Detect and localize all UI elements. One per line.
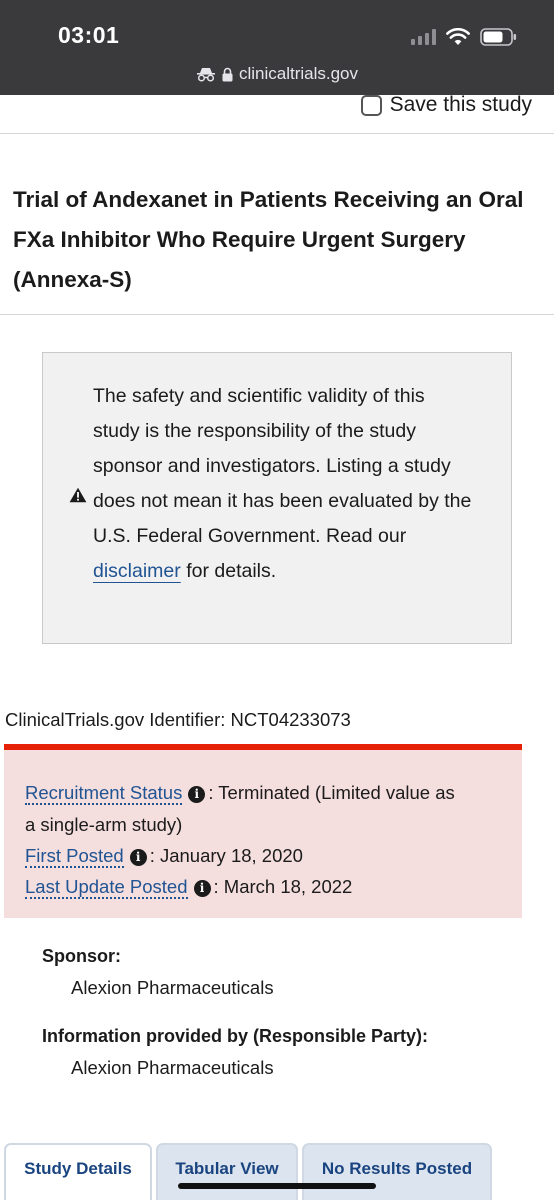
sponsor-value: Alexion Pharmaceuticals — [71, 977, 274, 998]
last-update-value: : March 18, 2022 — [213, 876, 353, 897]
url-text: clinicaltrials.gov — [238, 64, 359, 83]
tab-label: Tabular View — [175, 1159, 279, 1178]
last-update-link[interactable]: Last Update Posted — [25, 876, 188, 899]
divider — [0, 314, 554, 315]
tab-label: Study Details — [24, 1159, 132, 1178]
save-study-checkbox[interactable] — [360, 94, 382, 116]
status-panel: Recruitment Status i: Terminated (Limited… — [4, 744, 522, 918]
url-bar[interactable]: clinicaltrials.gov — [0, 64, 554, 84]
sponsor-label: Sponsor: — [42, 946, 121, 966]
tab-label: No Results Posted — [321, 1159, 473, 1178]
disclaimer-link[interactable]: disclaimer — [93, 560, 181, 582]
save-study-toggle[interactable]: Save this study — [360, 93, 532, 117]
warning-icon — [69, 487, 87, 503]
first-posted-value: : January 18, 2020 — [149, 845, 303, 866]
tab-tabular-view[interactable]: Tabular View — [156, 1143, 298, 1200]
info-icon[interactable]: i — [188, 786, 206, 803]
recruitment-status-row: Recruitment Status i: Terminated (Limited… — [25, 782, 455, 805]
divider — [0, 133, 554, 134]
study-identifier: ClinicalTrials.gov Identifier: NCT042330… — [5, 709, 351, 730]
save-study-label: Save this study — [389, 93, 532, 116]
home-indicator[interactable] — [178, 1183, 376, 1189]
disclaimer-text: The safety and scientific validity of th… — [93, 379, 473, 589]
recruitment-status-value: : Terminated (Limited value as — [208, 782, 455, 803]
first-posted-link[interactable]: First Posted — [25, 845, 124, 868]
recruitment-status-link[interactable]: Recruitment Status — [25, 782, 183, 805]
info-icon[interactable]: i — [193, 880, 211, 897]
status-icons — [411, 26, 518, 48]
lock-icon — [222, 67, 233, 81]
private-browsing-icon — [196, 68, 215, 82]
signal-icon — [411, 29, 436, 45]
last-update-row: Last Update Posted i: March 18, 2022 — [25, 876, 353, 899]
recruitment-status-cont: a single-arm study) — [25, 814, 183, 835]
first-posted-row: First Posted i: January 18, 2020 — [25, 845, 303, 868]
page-title: Trial of Andexanet in Patients Receiving… — [13, 187, 524, 292]
responsible-party-label: Information provided by (Responsible Par… — [42, 1026, 429, 1046]
responsible-party-value: Alexion Pharmaceuticals — [71, 1057, 274, 1078]
battery-icon — [480, 28, 517, 46]
disclaimer-box: The safety and scientific validity of th… — [42, 352, 512, 644]
tab-no-results-posted[interactable]: No Results Posted — [302, 1143, 492, 1200]
tab-study-details[interactable]: Study Details — [4, 1143, 152, 1200]
wifi-icon — [446, 28, 470, 45]
status-time: 03:01 — [58, 22, 120, 48]
disclaimer-line-2-end: for details. — [186, 560, 277, 582]
info-icon[interactable]: i — [129, 849, 147, 866]
browser-chrome: 03:01 clinicaltrials.gov — [0, 0, 554, 95]
